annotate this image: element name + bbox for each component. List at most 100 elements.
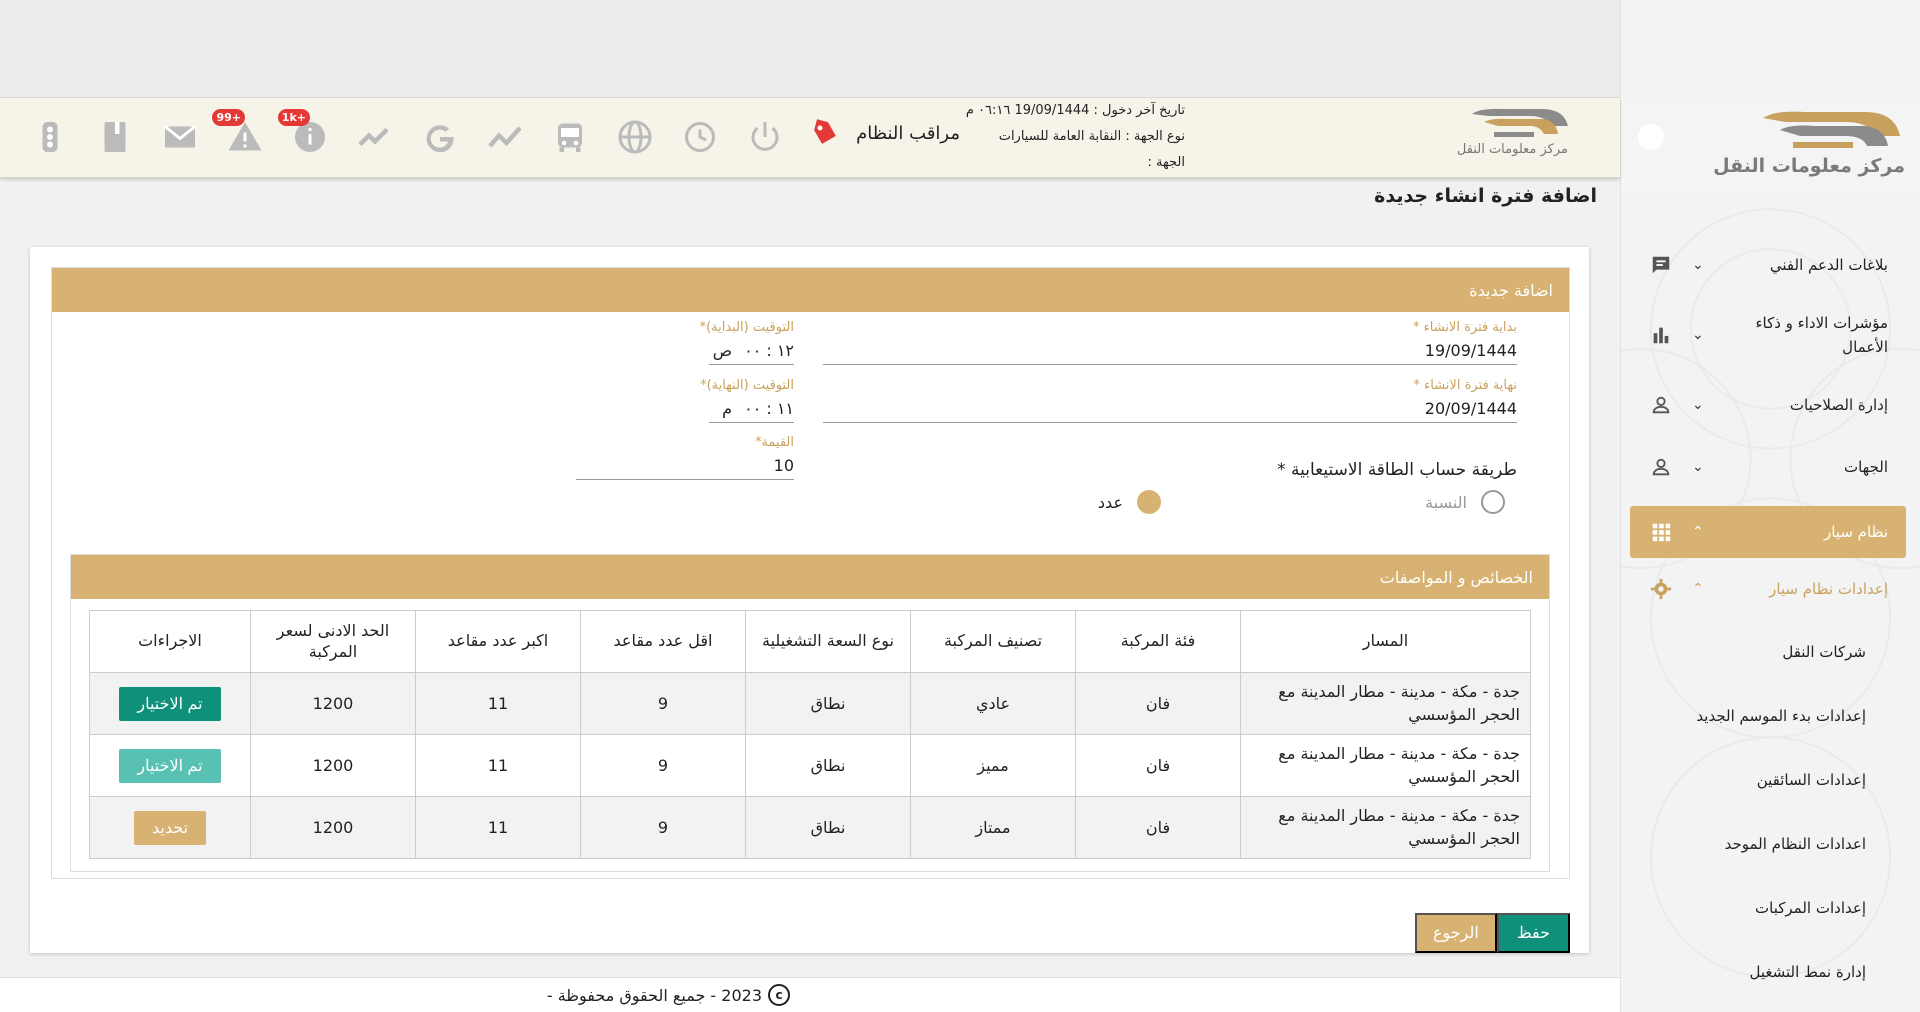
sidebar-item-kpi[interactable]: مؤشرات الاداء و ذكاء الأعمال ⌄ (1630, 296, 1906, 374)
select-button[interactable]: تحديد (133, 810, 207, 845)
footer: c 2023 - جميع الحقوق محفوظة - (0, 977, 1620, 1012)
radio-count[interactable]: عدد (1098, 490, 1161, 514)
google-icon[interactable] (418, 115, 462, 159)
cell-category: فان (1075, 672, 1241, 735)
sidebar-item-label: نظام سيار (1823, 523, 1888, 541)
selected-button[interactable]: تم الاختيار (119, 686, 221, 721)
col-min-seats: اقل عدد مقاعد (580, 610, 746, 673)
header-brand-name: مركز معلومات النقل (1456, 142, 1568, 157)
power-icon[interactable] (743, 115, 787, 159)
back-button[interactable]: الرجوع (1414, 913, 1497, 953)
sidebar-item-label: الجهات (1843, 458, 1888, 476)
globe-icon[interactable] (613, 115, 657, 159)
cell-path: جدة - مكة - مدينة - مطار المدينة مع الحج… (1240, 796, 1531, 859)
sidebar-subitem-drivers[interactable]: إعدادات السائقين (1630, 748, 1906, 812)
history-icon[interactable] (678, 115, 722, 159)
start-date-label: بداية فترة الانشاء * (1413, 320, 1517, 335)
table-row: جدة - مكة - مدينة - مطار المدينة مع الحج… (89, 734, 1531, 797)
selected-button[interactable]: تم الاختيار (119, 748, 221, 783)
save-button[interactable]: حفظ (1496, 913, 1570, 953)
sidebar-header: مركز معلومات النقل (1621, 98, 1920, 198)
cell-path: جدة - مكة - مدينة - مطار المدينة مع الحج… (1240, 734, 1531, 797)
radio-count-circle[interactable] (1137, 490, 1161, 514)
trend-icon[interactable] (353, 115, 397, 159)
radio-ratio[interactable]: النسبة (1425, 490, 1505, 514)
end-date-input[interactable]: 20/09/1444 (823, 395, 1517, 423)
col-class: تصنيف المركبة (910, 610, 1076, 673)
start-time-input[interactable]: ١٢ : ٠٠ ص (709, 337, 794, 365)
start-time-value: ١٢ : ٠٠ (744, 341, 794, 360)
end-time-field[interactable]: التوقيت (النهاية)* ١١ : ٠٠ م (576, 378, 794, 423)
cell-actions: تحديد (89, 796, 251, 859)
sidebar-item-label: إدارة الصلاحيات (1789, 396, 1888, 414)
user-icon (1652, 396, 1670, 414)
start-time-field[interactable]: التوقيت (البداية)* ١٢ : ٠٠ ص (576, 320, 794, 365)
gear-icon (1650, 578, 1672, 600)
form-actions: حفظ الرجوع (1414, 913, 1570, 953)
end-date-field[interactable]: نهاية فترة الانشاء * 20/09/1444 (823, 378, 1517, 423)
end-date-label: نهاية فترة الانشاء * (1413, 378, 1518, 393)
chevron-down-icon: ⌄ (1692, 257, 1704, 273)
radio-count-label: عدد (1097, 492, 1123, 512)
chevron-down-icon: ⌄ (1692, 326, 1704, 343)
new-period-panel: اضافة جديدة بداية فترة الانشاء * 19/09/1… (51, 267, 1570, 879)
apps-icon (1652, 523, 1671, 542)
start-date-field[interactable]: بداية فترة الانشاء * 19/09/1444 (823, 320, 1517, 365)
start-date-input[interactable]: 19/09/1444 (823, 337, 1517, 365)
header-toolbar: +99 +1k (28, 109, 787, 159)
sidebar-subitem-operation-mode[interactable]: إدارة نمط التشغيل (1630, 940, 1906, 1004)
cell-class: ممتاز (910, 796, 1076, 859)
radio-ratio-circle[interactable] (1481, 490, 1505, 514)
chevron-down-icon: ⌄ (1692, 459, 1704, 475)
page-title: اضافة فترة انشاء جديدة (1374, 185, 1597, 207)
sidebar-subitem-unified-system[interactable]: اعدادات النظام الموحد (1630, 812, 1906, 876)
warning-icon[interactable]: +99 (212, 109, 267, 159)
main-card: اضافة جديدة بداية فترة الانشاء * 19/09/1… (30, 247, 1589, 953)
sidebar-toggle[interactable] (1638, 124, 1664, 150)
footer-copyright: c 2023 - جميع الحقوق محفوظة - (547, 984, 790, 1006)
end-time-period: م (722, 399, 733, 418)
sidebar-item-sayyar[interactable]: نظام سيار ⌃ (1630, 506, 1906, 558)
cell-path: جدة - مكة - مدينة - مطار المدينة مع الحج… (1240, 672, 1531, 735)
end-time-input[interactable]: ١١ : ٠٠ م (709, 395, 794, 423)
chevron-up-icon: ⌃ (1692, 524, 1704, 540)
chat-icon (1652, 256, 1670, 274)
value-input[interactable]: 10 (576, 452, 794, 480)
sidebar-item-sayyar-settings[interactable]: إعدادات نظام سيار ⌃ (1630, 558, 1906, 620)
bus-icon[interactable] (548, 115, 592, 159)
analytics-icon[interactable] (483, 115, 527, 159)
sidebar-item-entities[interactable]: الجهات ⌄ (1630, 436, 1906, 498)
table-header-row: المسار فئة المركبة تصنيف المركبة نوع الس… (89, 610, 1531, 673)
capacity-calc-label: طريقة حساب الطاقة الاستيعابية * (1277, 460, 1517, 480)
copyright-icon: c (768, 984, 790, 1006)
footer-text: 2023 - جميع الحقوق محفوظة - (546, 985, 762, 1005)
traffic-light-icon[interactable] (28, 115, 72, 159)
specs-table-wrap: المسار فئة المركبة تصنيف المركبة نوع الس… (89, 610, 1531, 859)
cell-min-price: 1200 (250, 796, 416, 859)
mail-icon[interactable] (158, 115, 202, 159)
tag-icon[interactable] (810, 118, 840, 148)
col-capacity: نوع السعة التشغيلية (745, 610, 911, 673)
chevron-down-icon: ⌄ (1692, 397, 1704, 413)
entity-type: نوع الجهة : النقابة العامة للسيارات (998, 129, 1185, 144)
sidebar-subitem-vehicles[interactable]: إعدادات المركبات (1630, 876, 1906, 940)
sidebar-item-permissions[interactable]: إدارة الصلاحيات ⌄ (1630, 374, 1906, 436)
sidebar-subitem-new-season[interactable]: إعدادات بدء الموسم الجديد (1630, 684, 1906, 748)
book-icon[interactable] (93, 115, 137, 159)
specs-header: الخصائص و المواصفات (71, 555, 1549, 599)
col-category: فئة المركبة (1075, 610, 1241, 673)
start-time-period: ص (712, 341, 733, 360)
table-row: جدة - مكة - مدينة - مطار المدينة مع الحج… (89, 796, 1531, 859)
cell-capacity: نطاق (745, 672, 911, 735)
cell-capacity: نطاق (745, 796, 911, 859)
brand-name: مركز معلومات النقل (1713, 155, 1905, 177)
cell-class: مميز (910, 734, 1076, 797)
sidebar-subitem-transport-companies[interactable]: شركات النقل (1630, 620, 1906, 684)
sidebar-item-support[interactable]: بلاغات الدعم الفني ⌄ (1630, 234, 1906, 296)
cell-actions: تم الاختيار (89, 672, 251, 735)
cell-min-seats: 9 (580, 672, 746, 735)
sidebar-item-label: إعدادات نظام سيار (1769, 580, 1888, 598)
value-field[interactable]: القيمة* 10 (576, 435, 794, 480)
sidebar-item-label: مؤشرات الاداء و ذكاء الأعمال (1755, 314, 1888, 356)
info-icon[interactable]: +1k (277, 109, 332, 159)
